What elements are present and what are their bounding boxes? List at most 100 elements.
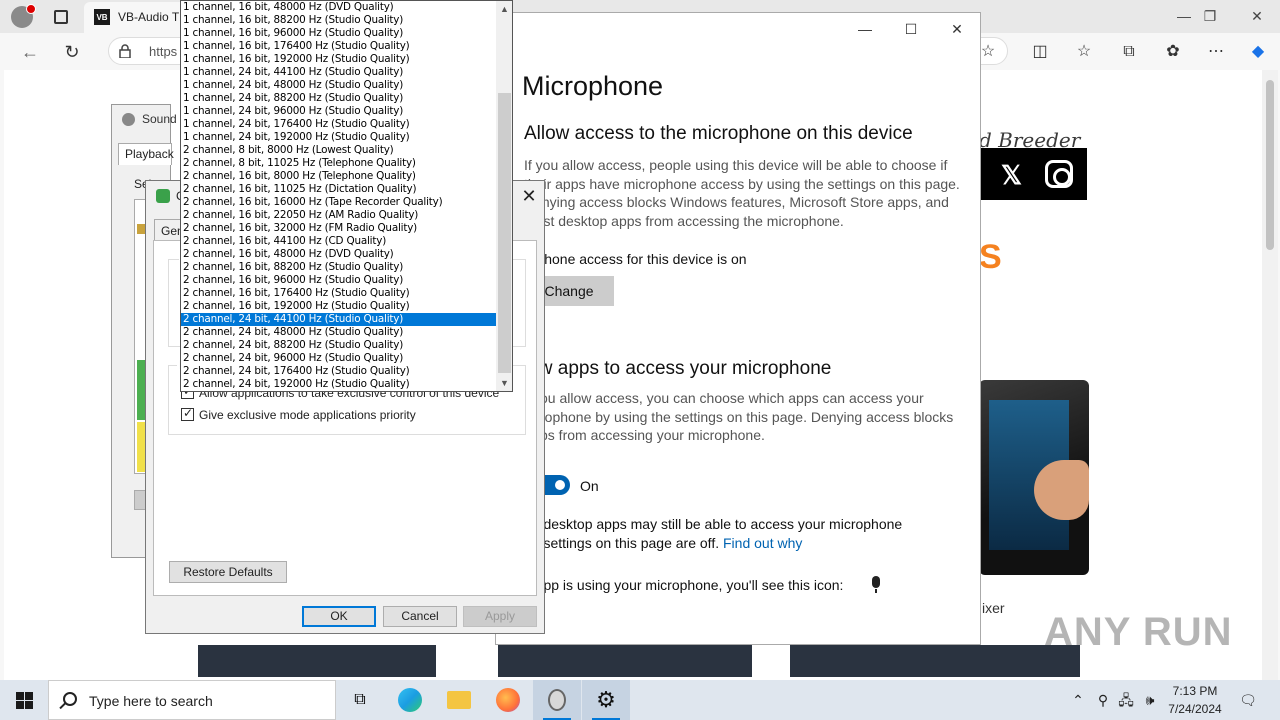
- format-option[interactable]: 2 channel, 16 bit, 44100 Hz (CD Quality): [181, 235, 496, 248]
- clock-date[interactable]: 7/24/2024: [1164, 702, 1226, 716]
- format-option[interactable]: 2 channel, 16 bit, 48000 Hz (DVD Quality…: [181, 248, 496, 261]
- scroll-down-icon[interactable]: ▼: [496, 375, 512, 391]
- device-properties-icon: [156, 189, 170, 203]
- notifications-icon[interactable]: 🗨: [1238, 690, 1258, 710]
- favorites-icon[interactable]: ☆: [1071, 40, 1097, 64]
- microphone-icon: [872, 576, 880, 593]
- format-option[interactable]: 2 channel, 16 bit, 22050 Hz (AM Radio Qu…: [181, 209, 496, 222]
- format-option[interactable]: 1 channel, 16 bit, 176400 Hz (Studio Qua…: [181, 40, 496, 53]
- format-option[interactable]: 2 channel, 24 bit, 192000 Hz (Studio Qua…: [181, 378, 496, 391]
- device-access-description: If you allow access, people using this d…: [524, 157, 960, 229]
- device-access-status: rophone access for this device is on: [524, 251, 747, 267]
- format-option[interactable]: 2 channel, 8 bit, 11025 Hz (Telephone Qu…: [181, 157, 496, 170]
- product-hand-image: [1034, 460, 1089, 520]
- default-format-dropdown-list[interactable]: 1 channel, 16 bit, 48000 Hz (DVD Quality…: [180, 0, 513, 392]
- settings-close-button[interactable]: ✕: [942, 19, 972, 39]
- toggle-state-label: On: [580, 478, 599, 494]
- refresh-icon[interactable]: ↻: [58, 39, 86, 65]
- format-option[interactable]: 2 channel, 16 bit, 192000 Hz (Studio Qua…: [181, 300, 496, 313]
- sound-dialog-title: Sound: [142, 112, 177, 126]
- format-option[interactable]: 2 channel, 16 bit, 32000 Hz (FM Radio Qu…: [181, 222, 496, 235]
- product-thumbnail[interactable]: [790, 645, 1080, 677]
- format-option[interactable]: 2 channel, 24 bit, 44100 Hz (Studio Qual…: [181, 313, 496, 326]
- network-icon[interactable]: 🖧: [1116, 690, 1136, 710]
- tab-actions-icon[interactable]: [48, 4, 74, 30]
- clock-time[interactable]: 7:13 PM: [1166, 684, 1224, 698]
- tab-playback[interactable]: Playback: [118, 143, 174, 165]
- show-hidden-icons-chevron-icon[interactable]: ⌃: [1068, 690, 1088, 710]
- properties-close-button[interactable]: ✕: [516, 185, 542, 207]
- settings-maximize-button[interactable]: ☐: [896, 19, 926, 39]
- more-menu-icon[interactable]: ⋯: [1203, 40, 1229, 64]
- settings-minimize-button[interactable]: —: [850, 19, 880, 39]
- volume-icon[interactable]: 🕪: [1140, 690, 1160, 710]
- format-option[interactable]: 2 channel, 16 bit, 16000 Hz (Tape Record…: [181, 196, 496, 209]
- format-option[interactable]: 2 channel, 16 bit, 88200 Hz (Studio Qual…: [181, 261, 496, 274]
- restore-defaults-button[interactable]: Restore Defaults: [169, 561, 287, 583]
- app-access-description: ou allow access, you can choose which ap…: [540, 390, 954, 443]
- instagram-icon[interactable]: [1045, 160, 1073, 188]
- vb-audio-favicon-icon: VB: [94, 9, 110, 25]
- tab-title: VB-Audio T: [118, 10, 180, 24]
- split-screen-icon[interactable]: ◫: [1027, 40, 1053, 64]
- format-option[interactable]: 2 channel, 24 bit, 48000 Hz (Studio Qual…: [181, 326, 496, 339]
- back-arrow-icon[interactable]: ←: [16, 39, 44, 65]
- format-option[interactable]: 1 channel, 24 bit, 192000 Hz (Studio Qua…: [181, 131, 496, 144]
- extensions-icon[interactable]: ✿: [1160, 40, 1186, 64]
- settings-gear-icon[interactable]: ⚙: [582, 680, 630, 720]
- format-option[interactable]: 2 channel, 16 bit, 96000 Hz (Studio Qual…: [181, 274, 496, 287]
- desktop-apps-note: ne desktop apps may still be able to acc…: [524, 516, 903, 551]
- format-option[interactable]: 2 channel, 16 bit, 176400 Hz (Studio Qua…: [181, 287, 496, 300]
- browser-close-button[interactable]: ✕: [1237, 4, 1277, 28]
- product-thumbnail[interactable]: [198, 645, 436, 677]
- app-access-heading: low apps to access your microphone: [524, 358, 832, 379]
- find-out-why-link[interactable]: Find out why: [723, 535, 802, 551]
- format-option[interactable]: 1 channel, 24 bit, 88200 Hz (Studio Qual…: [181, 92, 496, 105]
- format-option[interactable]: 2 channel, 24 bit, 96000 Hz (Studio Qual…: [181, 352, 496, 365]
- settings-window: — ☐ ✕ Microphone Allow access to the mic…: [495, 12, 981, 645]
- profile-avatar-icon[interactable]: [8, 4, 36, 30]
- ok-button[interactable]: OK: [302, 606, 376, 627]
- format-option[interactable]: 1 channel, 16 bit, 192000 Hz (Studio Qua…: [181, 53, 496, 66]
- scroll-up-icon[interactable]: ▲: [496, 1, 512, 18]
- file-explorer-icon[interactable]: [435, 680, 483, 720]
- checkbox-checked-icon[interactable]: [181, 406, 194, 421]
- task-view-icon[interactable]: ⧉: [336, 680, 384, 720]
- format-option[interactable]: 2 channel, 24 bit, 88200 Hz (Studio Qual…: [181, 339, 496, 352]
- format-option[interactable]: 2 channel, 16 bit, 8000 Hz (Telephone Qu…: [181, 170, 496, 183]
- format-option[interactable]: 1 channel, 16 bit, 88200 Hz (Studio Qual…: [181, 14, 496, 27]
- exclusive-priority-checkbox[interactable]: Give exclusive mode applications priorit…: [181, 406, 416, 422]
- firefox-icon[interactable]: [484, 680, 532, 720]
- format-option[interactable]: 2 channel, 24 bit, 176400 Hz (Studio Qua…: [181, 365, 496, 378]
- cancel-button[interactable]: Cancel: [383, 606, 457, 627]
- product-image[interactable]: [979, 380, 1089, 575]
- microphone-in-use-icon[interactable]: ⚲: [1093, 690, 1113, 710]
- promo-heading: S: [979, 238, 1002, 276]
- sound-control-panel-icon[interactable]: [533, 680, 581, 720]
- collections-icon[interactable]: ⧉: [1116, 40, 1142, 64]
- page-scroll-thumb[interactable]: [1266, 80, 1274, 250]
- dropdown-scroll-thumb[interactable]: [498, 93, 511, 373]
- url-text: https: [149, 44, 178, 59]
- product-thumbnail[interactable]: [498, 645, 752, 677]
- twitter-icon[interactable]: 𝕏: [1001, 160, 1022, 191]
- lock-icon: [119, 44, 131, 58]
- level-meter-icon: [137, 360, 145, 420]
- format-option[interactable]: 2 channel, 16 bit, 11025 Hz (Dictation Q…: [181, 183, 496, 196]
- browser-restore-button[interactable]: ❐: [1190, 4, 1230, 28]
- format-option[interactable]: 1 channel, 16 bit, 96000 Hz (Studio Qual…: [181, 27, 496, 40]
- format-option[interactable]: 1 channel, 16 bit, 48000 Hz (DVD Quality…: [181, 1, 496, 14]
- page-scrollbar[interactable]: [1262, 70, 1278, 680]
- edge-browser-icon[interactable]: [386, 680, 434, 720]
- mic-in-use-text: n app is using your microphone, you'll s…: [524, 577, 844, 593]
- device-access-heading: Allow access to the microphone on this d…: [524, 123, 913, 144]
- taskbar-search-input[interactable]: Type here to search: [48, 680, 336, 720]
- copilot-icon[interactable]: ◆: [1245, 40, 1271, 64]
- format-option[interactable]: 1 channel, 24 bit, 44100 Hz (Studio Qual…: [181, 66, 496, 79]
- windows-start-icon[interactable]: [0, 680, 48, 720]
- format-option[interactable]: 1 channel, 24 bit, 176400 Hz (Studio Qua…: [181, 118, 496, 131]
- dropdown-scrollbar[interactable]: ▲ ▼: [496, 1, 512, 391]
- format-option[interactable]: 2 channel, 8 bit, 8000 Hz (Lowest Qualit…: [181, 144, 496, 157]
- format-option[interactable]: 1 channel, 24 bit, 96000 Hz (Studio Qual…: [181, 105, 496, 118]
- format-option[interactable]: 1 channel, 24 bit, 48000 Hz (Studio Qual…: [181, 79, 496, 92]
